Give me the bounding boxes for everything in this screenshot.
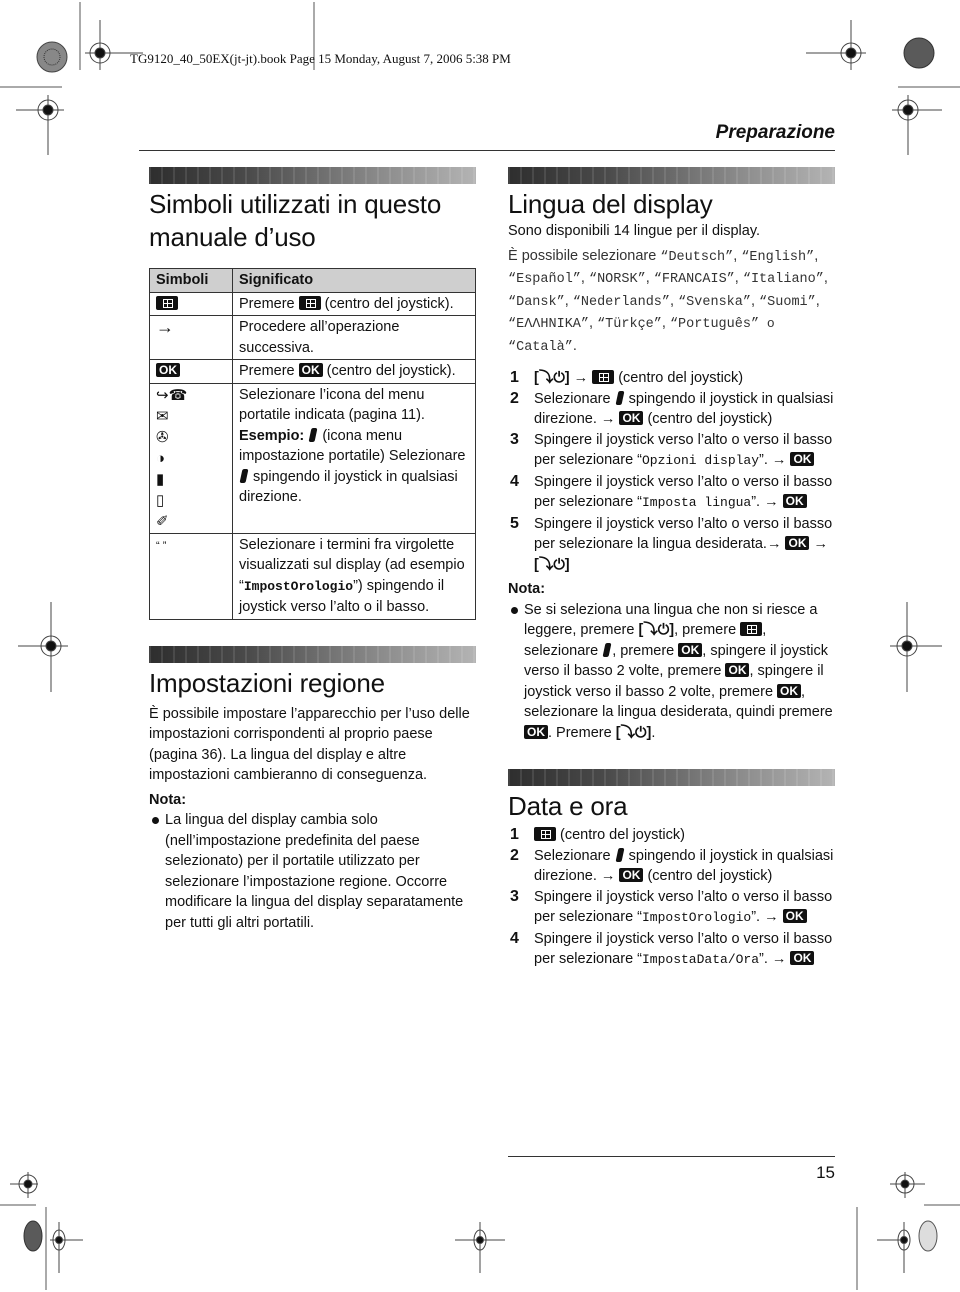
tape-icon: ✇ (156, 428, 169, 446)
symbols-table: Simboli Significato Premere (centro del … (149, 268, 476, 620)
handset-icon: ▯ (156, 491, 165, 509)
ok-key-icon: OK (298, 363, 323, 377)
language-subtitle: Sono disponibili 14 lingue per il displa… (508, 223, 761, 239)
page-number: 15 (816, 1163, 835, 1182)
step: 1 (centro del joystick) (510, 826, 685, 843)
off-key-icon: [⤵⏻] (534, 370, 570, 386)
datetime-title: Data e ora (508, 791, 628, 821)
language-option: “Dansk” (508, 294, 565, 310)
running-header: TG9120_40_50EX(jt-jt).book Page 15 Monda… (130, 51, 511, 66)
language-list: È possibile selezionare “Deutsch”, “Engl… (508, 247, 828, 355)
menu-key-icon (298, 295, 321, 310)
section-band (508, 167, 835, 184)
language-option: “FRANCAIS” (653, 272, 735, 287)
ok-key-icon: OK (678, 642, 703, 657)
language-option: “Español” (508, 272, 581, 287)
left-column: Simboli utilizzati in questo manuale d’u… (149, 167, 476, 933)
language-option: “Nederlands” (572, 294, 670, 310)
step: 3 Spingere il joystick verso l’alto o ver… (510, 430, 833, 469)
menu-key-icon (592, 370, 615, 384)
language-option: “Deutsch” (660, 249, 734, 265)
language-option: “Português” (669, 317, 760, 332)
handset-icon (615, 847, 625, 862)
note-label: Nota: (149, 791, 187, 808)
language-option: “English” (741, 249, 815, 265)
arrow-right-icon: → (156, 317, 174, 337)
table-row: “ ” Selezionare i termini fra virgolette… (149, 532, 476, 620)
intercom-icon: ◑ (156, 449, 166, 467)
section-band (149, 167, 476, 184)
language-option: “NORSK” (588, 272, 646, 287)
language-note: Se si seleziona una lingua che non si ri… (508, 600, 835, 744)
header-rule (139, 150, 835, 151)
handset-icon (602, 642, 612, 657)
table-row: Premere (centro del joystick). (149, 291, 476, 316)
table-header-row: Simboli Significato (149, 268, 476, 293)
quotes-icon: “ ” (156, 539, 167, 552)
language-steps: 1 [⤵⏻] → (centro del joystick) 2 Seleziona… (508, 368, 835, 575)
col-symbols: Simboli (149, 268, 233, 293)
ok-key-icon: OK (524, 724, 548, 739)
off-key-icon: [⤵⏻] (534, 556, 570, 573)
table-row: → Procedere all’operazione successiva. (149, 315, 476, 360)
section-band (508, 769, 835, 786)
table-row: OK Premere OK (centro del joystick). (149, 359, 476, 384)
ok-key-icon: OK (619, 411, 644, 425)
ok-key-icon: OK (782, 909, 807, 923)
section-band (149, 645, 476, 663)
ok-key-icon: OK (725, 663, 750, 677)
ok-key-icon: OK (790, 951, 815, 965)
menu-key-icon (534, 827, 556, 841)
off-key-icon: [⤵⏻] (615, 724, 652, 741)
section-label: Preparazione (715, 122, 835, 143)
note-label: Nota: (508, 581, 546, 597)
region-note: La lingua del display cambia solo (nell’… (149, 810, 476, 933)
phonebook-icon: ▮ (156, 470, 165, 488)
menu-key-icon (740, 622, 763, 636)
menu-key-icon (156, 295, 178, 310)
off-key-icon: [⤵⏻] (638, 622, 675, 638)
symbols-title: Simboli utilizzati in questo manuale d’u… (149, 189, 442, 252)
step: 3 Spingere il joystick verso l’alto o ver… (510, 887, 833, 926)
handset-icon (239, 468, 249, 483)
ok-key-icon: OK (777, 683, 802, 698)
table-row: ↪☎ ✉ ✇ ◑ ▮ ▯ ✐ Selezionare l’icona del m… (149, 382, 476, 534)
ok-key-icon: OK (790, 452, 815, 466)
step: 5 Spingere il joystick verso l’alto o ver… (510, 514, 833, 573)
ok-key-icon: OK (156, 363, 180, 377)
language-option: “ΕΛΛΗΝΙΚΑ” (508, 317, 590, 332)
step: 4 Spingere il joystick verso l’alto o ver… (510, 472, 833, 511)
footer-rule (508, 1156, 835, 1157)
step: 2 Selezionare spingendo il joystick in qu… (510, 389, 834, 428)
handset-icon (615, 390, 625, 405)
step: 2 Selezionare spingendo il joystick in qu… (510, 846, 834, 885)
or-word: o (759, 316, 775, 331)
step: 1 [⤵⏻] → (centro del joystick) (510, 369, 744, 386)
ok-key-icon: OK (619, 868, 644, 882)
region-body: È possibile impostare l’apparecchio per … (149, 705, 470, 784)
right-column: Lingua del display Sono disponibili 14 l… (508, 167, 835, 971)
language-title: Lingua del display (508, 189, 713, 219)
language-option: “Türkçe” (597, 317, 662, 332)
ok-key-icon: OK (782, 494, 807, 508)
language-option: “Català” (508, 339, 573, 355)
language-option: “Svenska” (678, 294, 751, 310)
col-meaning: Significato (232, 268, 476, 293)
call-forward-icon: ↪☎ (156, 386, 188, 404)
answering-machine-icon: ✐ (156, 512, 169, 530)
language-option: “Suomi” (759, 294, 816, 310)
ok-key-icon: OK (785, 536, 810, 550)
handset-icon (308, 427, 318, 442)
step: 4 Spingere il joystick verso l’alto o ver… (510, 929, 833, 968)
envelope-icon: ✉ (156, 407, 169, 425)
region-title: Impostazioni regione (149, 667, 385, 698)
language-option: “Italiano” (742, 272, 824, 287)
datetime-steps: 1 (centro del joystick) 2 Selezionare spi… (508, 825, 835, 971)
